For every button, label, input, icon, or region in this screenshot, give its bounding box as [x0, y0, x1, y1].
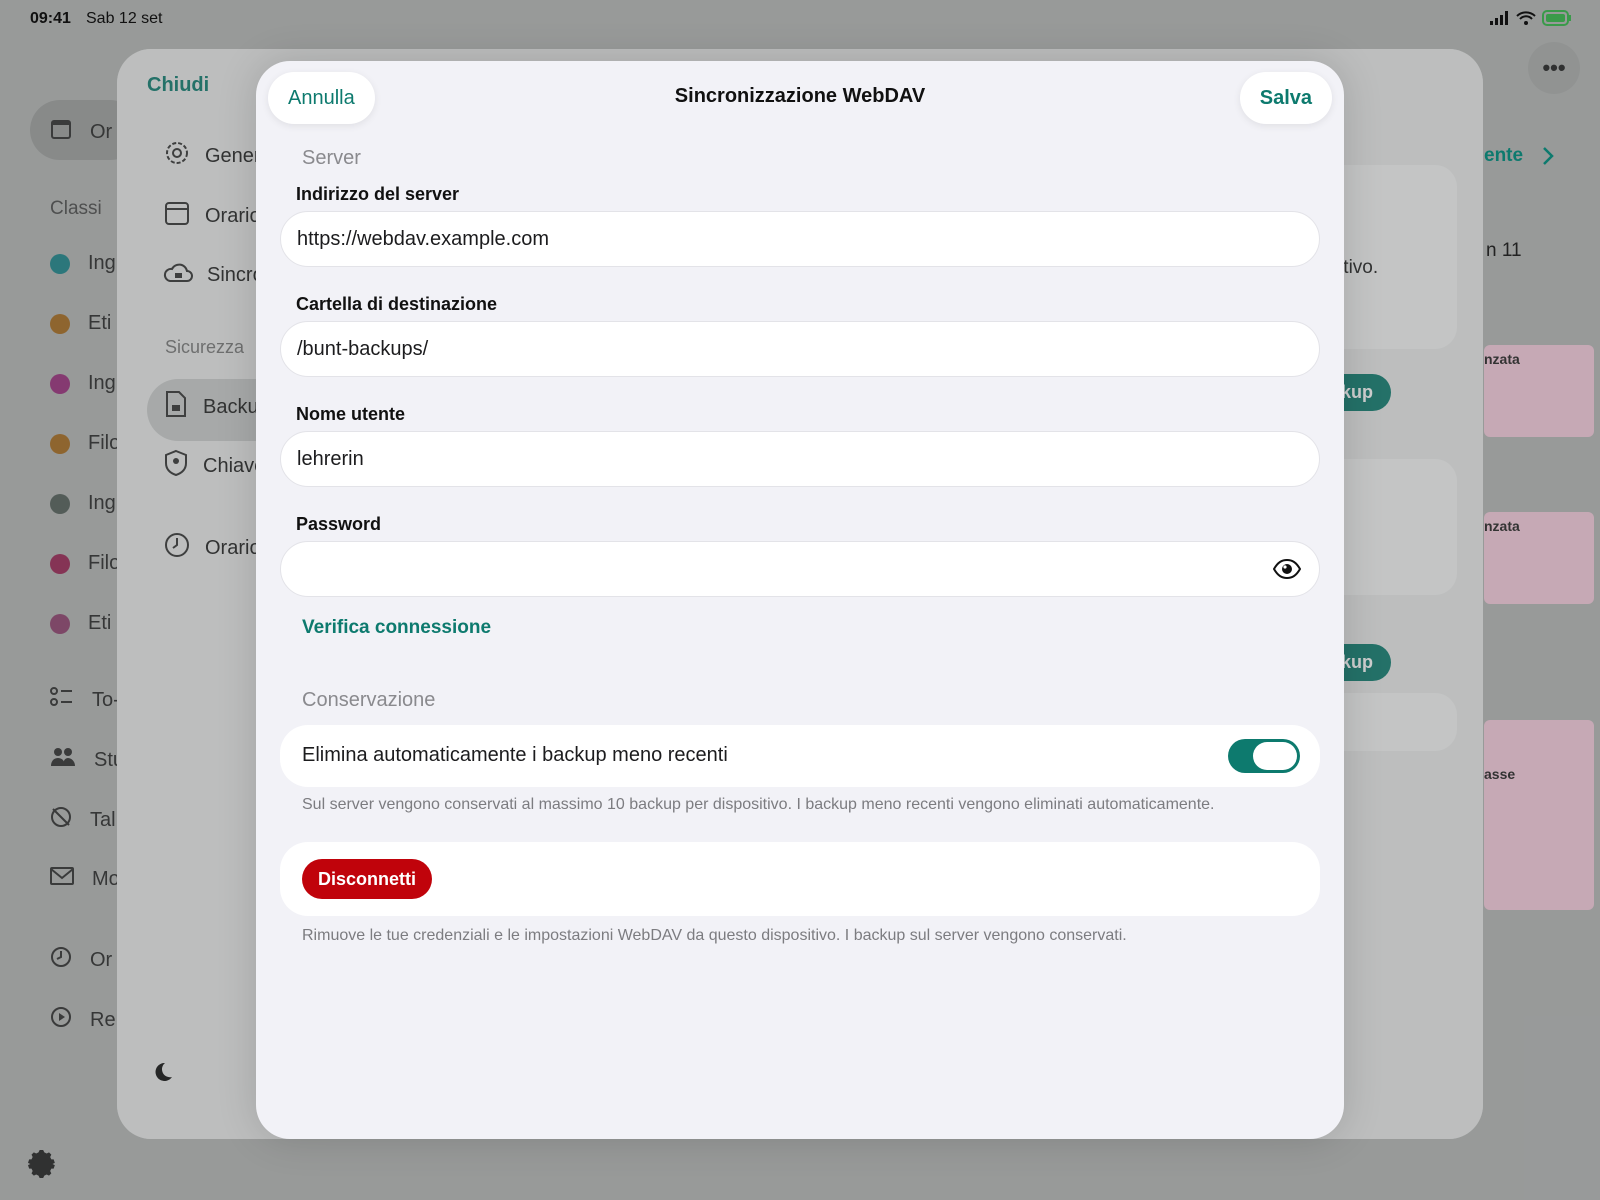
- event-tag: nzata: [1484, 351, 1520, 367]
- battery-icon: [1542, 10, 1572, 31]
- event-card: asse: [1484, 720, 1594, 910]
- server-address-field[interactable]: [280, 211, 1320, 267]
- password-input[interactable]: [297, 557, 1272, 581]
- destination-folder-input[interactable]: [297, 337, 1303, 361]
- retention-note: Sul server vengono conservati al massimo…: [302, 796, 1215, 813]
- chevron-right-icon[interactable]: [1540, 146, 1556, 171]
- toggle-knob: [1253, 742, 1297, 770]
- disconnect-row: Disconnetti: [280, 842, 1320, 916]
- event-card: nzata: [1484, 345, 1594, 437]
- section-header-server: Server: [302, 147, 361, 169]
- eye-icon[interactable]: [1272, 553, 1303, 585]
- destination-folder-field[interactable]: [280, 321, 1320, 377]
- status-time: 09:41: [30, 10, 71, 27]
- event-tag: asse: [1484, 766, 1516, 782]
- event-tag: nzata: [1484, 518, 1520, 534]
- wifi-icon: [1516, 11, 1536, 30]
- status-icons: [1490, 10, 1572, 31]
- event-card: nzata: [1484, 512, 1594, 604]
- auto-delete-label: Elimina automaticamente i backup meno re…: [302, 744, 728, 766]
- password-label: Password: [296, 514, 382, 534]
- password-field[interactable]: [280, 541, 1320, 597]
- server-address-input[interactable]: [297, 227, 1303, 251]
- auto-delete-row: Elimina automaticamente i backup meno re…: [280, 725, 1320, 787]
- modal-title: Sincronizzazione WebDAV: [674, 85, 926, 107]
- signal-icon: [1490, 11, 1510, 30]
- status-date: Sab 12 set: [86, 10, 163, 27]
- next-label[interactable]: ente: [1484, 145, 1523, 167]
- auto-delete-toggle[interactable]: [1228, 739, 1300, 773]
- destination-folder-label: Cartella di destinazione: [296, 294, 498, 314]
- section-header-retention: Conservazione: [302, 689, 436, 711]
- disconnect-button[interactable]: Disconnetti: [302, 859, 433, 899]
- save-button[interactable]: Salva: [1239, 72, 1332, 124]
- username-input[interactable]: [297, 447, 1303, 471]
- disconnect-note: Rimuove le tue credenziali e le impostaz…: [302, 927, 1127, 944]
- verify-connection-link[interactable]: Verifica connessione: [302, 617, 491, 639]
- username-label: Nome utente: [296, 404, 406, 424]
- username-field[interactable]: [280, 431, 1320, 487]
- right-text: n 11: [1486, 240, 1522, 261]
- status-bar: 09:41 Sab 12 set: [0, 0, 1600, 38]
- webdav-modal: Annulla Sincronizzazione WebDAV Salva Se…: [256, 61, 1344, 1139]
- server-address-label: Indirizzo del server: [296, 184, 460, 204]
